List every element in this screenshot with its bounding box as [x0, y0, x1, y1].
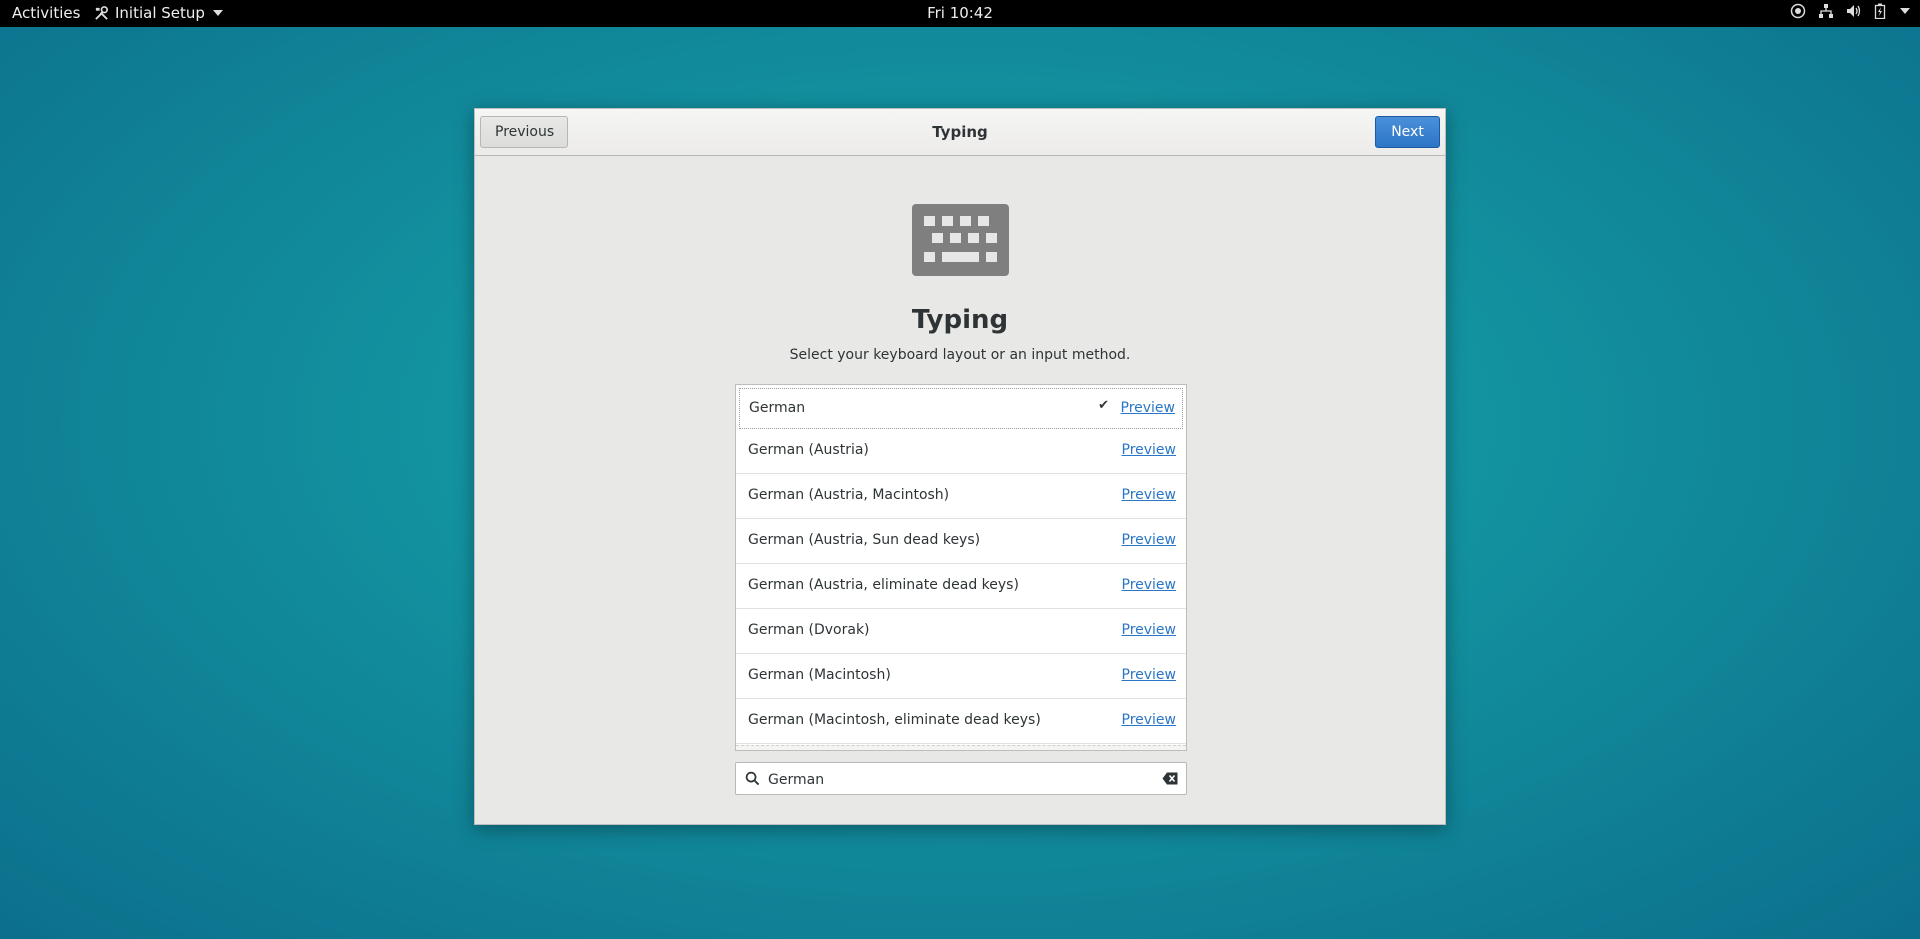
window-title: Typing — [932, 123, 988, 141]
chevron-down-icon — [212, 10, 223, 16]
search-input[interactable] — [766, 767, 1150, 793]
layout-name: German (Austria) — [748, 442, 869, 458]
next-button[interactable]: Next — [1375, 116, 1440, 148]
preview-link[interactable]: Preview — [1122, 577, 1177, 593]
list-scroll-edge — [736, 745, 1186, 750]
activities-button[interactable]: Activities — [12, 4, 80, 22]
list-item-layout[interactable]: German (Dvorak) Preview — [736, 609, 1186, 654]
initial-setup-window: Previous Typing Next Typing Select your … — [474, 108, 1446, 825]
network-icon[interactable] — [1818, 3, 1834, 19]
system-menu-arrow-icon[interactable] — [1900, 8, 1910, 14]
preview-link[interactable]: Preview — [1122, 532, 1177, 548]
list-item-layout[interactable]: German (Austria, Macintosh) Preview — [736, 474, 1186, 519]
checkmark-icon: ✔ — [1098, 398, 1109, 413]
clear-icon[interactable] — [1162, 772, 1178, 785]
layout-name: German (Macintosh, eliminate dead keys) — [748, 712, 1041, 728]
page-heading: Typing — [911, 305, 1009, 335]
list-item-layout[interactable]: German (Macintosh, eliminate dead keys) … — [736, 699, 1186, 744]
layout-name: German (Macintosh) — [748, 667, 891, 683]
header-bar: Previous Typing Next — [475, 109, 1445, 156]
preview-link[interactable]: Preview — [1122, 442, 1177, 458]
preview-link[interactable]: Preview — [1122, 712, 1177, 728]
keyboard-icon — [912, 204, 1009, 276]
layout-name: German (Dvorak) — [748, 622, 870, 638]
keyboard-layout-list[interactable]: German ✔ Preview German (Austria) Previe… — [735, 384, 1187, 751]
preview-link[interactable]: Preview — [1121, 400, 1176, 416]
list-item-layout[interactable]: German (Austria, eliminate dead keys) Pr… — [736, 564, 1186, 609]
list-item-layout[interactable]: German ✔ Preview — [739, 388, 1183, 429]
list-item-layout[interactable]: German (Austria, Sun dead keys) Preview — [736, 519, 1186, 564]
list-item-layout[interactable]: German (Macintosh) Preview — [736, 654, 1186, 699]
preview-link[interactable]: Preview — [1122, 622, 1177, 638]
layout-name: German (Austria, Macintosh) — [748, 487, 950, 503]
preview-link[interactable]: Preview — [1122, 667, 1177, 683]
layout-name: German (Austria, Sun dead keys) — [748, 532, 981, 548]
clock[interactable]: Fri 10:42 — [927, 4, 993, 22]
top-bar: Activities Initial Setup Fri 10:42 — [0, 0, 1920, 27]
preview-link[interactable]: Preview — [1122, 487, 1177, 503]
search-field[interactable] — [735, 762, 1187, 795]
page-subtitle: Select your keyboard layout or an input … — [789, 347, 1131, 363]
battery-icon[interactable] — [1874, 3, 1886, 19]
search-icon — [745, 771, 760, 786]
layout-name: German — [749, 400, 806, 416]
tools-icon — [95, 5, 108, 20]
accessibility-icon[interactable] — [1790, 3, 1806, 19]
list-item-layout[interactable]: German (Austria) Preview — [736, 429, 1186, 474]
volume-icon[interactable] — [1846, 3, 1862, 19]
system-tray[interactable] — [1790, 3, 1910, 19]
app-menu[interactable]: Initial Setup — [94, 4, 223, 22]
layout-name: German (Austria, eliminate dead keys) — [748, 577, 1019, 593]
app-menu-label: Initial Setup — [115, 4, 205, 22]
